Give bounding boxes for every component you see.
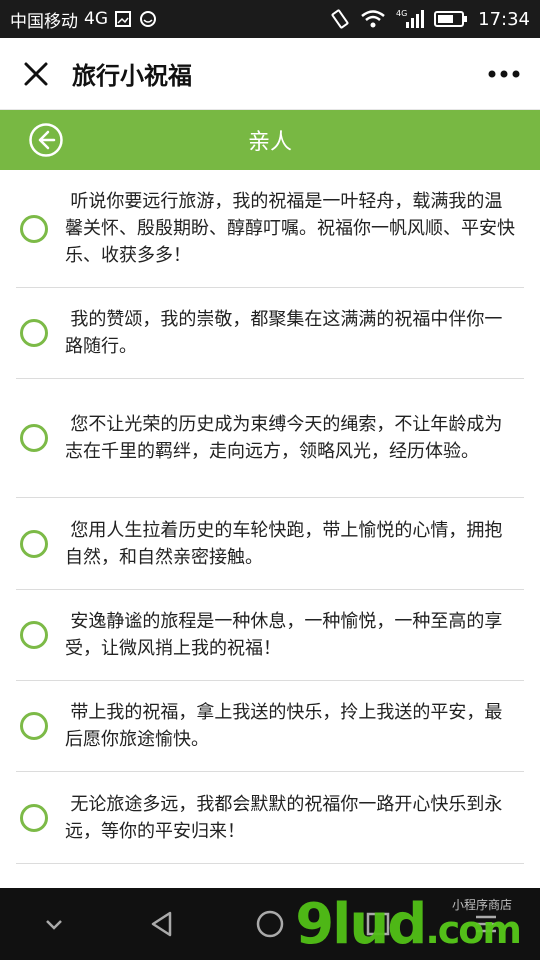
svg-text:4G: 4G (396, 9, 407, 18)
page-title: 旅行小祝福 (72, 62, 192, 90)
more-button[interactable] (468, 38, 540, 110)
blessing-text: 带上我的祝福，拿上我送的快乐，拎上我送的平安，最后愿你旅途愉快。 (65, 702, 503, 750)
list-item[interactable]: 听说你要远行旅游，我的祝福是一叶轻舟，载满我的温馨关怀、殷殷期盼、醇醇叮嘱。祝福… (16, 170, 524, 288)
radio-button[interactable] (20, 214, 48, 243)
radio-button[interactable] (20, 529, 48, 558)
close-button[interactable] (0, 38, 72, 110)
watermark-subtitle: 小程序商店 (451, 898, 512, 912)
list-item[interactable]: 您不让光荣的历史成为束缚今天的绳索，不让年龄成为志在千里的羁绊，走向远方，领略风… (16, 379, 524, 498)
more-icon (488, 70, 520, 77)
smiley-icon (138, 10, 158, 28)
category-header: 亲人 (0, 110, 540, 170)
network-label: 4G (84, 9, 108, 29)
nav-home-button[interactable] (240, 894, 300, 954)
nav-back-button[interactable] (132, 894, 192, 954)
blessing-text: 您不让光荣的历史成为束缚今天的绳索，不让年龄成为志在千里的羁绊，走向远方，领略风… (65, 414, 503, 462)
triangle-back-icon (151, 911, 172, 937)
back-button[interactable] (28, 122, 64, 158)
chevron-down-icon (46, 920, 62, 930)
blessing-text: 安逸静谧的旅程是一种休息，一种愉悦，一种至高的享受，让微风捎上我的祝福！ (65, 611, 503, 659)
status-bar: 中国移动 4G 4G 17:34 (0, 0, 540, 38)
clock-time: 17:34 (478, 8, 530, 30)
watermark-main: 9lud (295, 892, 427, 957)
list-item[interactable]: 无论旅途多远，我都会默默的祝福你一路开心快乐到永远，等你的平安归来！ (16, 772, 524, 864)
vibrate-icon (330, 9, 350, 29)
battery-icon (434, 10, 468, 28)
radio-button[interactable] (20, 621, 48, 649)
circle-home-icon (256, 910, 284, 938)
blessing-list: 听说你要远行旅游，我的祝福是一叶轻舟，载满我的温馨关怀、殷殷期盼、醇醇叮嘱。祝福… (0, 170, 540, 888)
watermark-suffix: .com (425, 908, 522, 952)
close-icon (24, 62, 48, 85)
blessing-text: 无论旅途多远，我都会默默的祝福你一路开心快乐到永远，等你的平安归来！ (65, 793, 503, 842)
radio-button[interactable] (20, 712, 48, 740)
blessing-text: 听说你要远行旅游，我的祝福是一叶轻舟，载满我的温馨关怀、殷殷期盼、醇醇叮嘱。祝福… (65, 191, 515, 266)
radio-button[interactable] (20, 424, 48, 452)
radio-button[interactable] (20, 319, 48, 347)
list-item[interactable]: 我的赞颂，我的崇敬，都聚集在这满满的祝福中伴你一路随行。 (16, 288, 524, 379)
list-item[interactable]: 安逸静谧的旅程是一种休息，一种愉悦，一种至高的享受，让微风捎上我的祝福！ (16, 590, 524, 681)
image-icon (114, 10, 132, 28)
radio-button[interactable] (20, 803, 48, 832)
category-title: 亲人 (247, 130, 292, 155)
list-item[interactable]: 您用人生拉着历史的车轮快跑，带上愉悦的心情，拥抱自然，和自然亲密接触。 (16, 498, 524, 590)
nav-menu-button[interactable] (24, 894, 84, 954)
wifi-icon (360, 9, 386, 29)
blessing-text: 我的赞颂，我的崇敬，都聚集在这满满的祝福中伴你一路随行。 (65, 309, 503, 357)
carrier-label: 中国移动 (10, 11, 78, 32)
blessing-text: 您用人生拉着历史的车轮快跑，带上愉悦的心情，拥抱自然，和自然亲密接触。 (65, 519, 503, 568)
title-bar: 旅行小祝福 (0, 38, 540, 110)
back-circle-icon (29, 123, 63, 157)
signal-icon: 4G (396, 8, 425, 30)
list-item[interactable]: 带上我的祝福，拿上我送的快乐，拎上我送的平安，最后愿你旅途愉快。 (16, 681, 524, 772)
